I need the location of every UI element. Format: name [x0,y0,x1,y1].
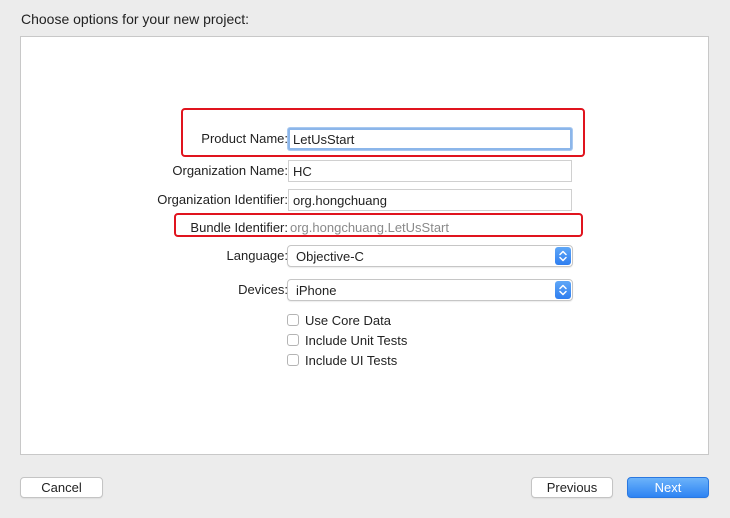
organization-identifier-row: Organization Identifier: org.hongchuang [21,189,708,211]
devices-popup[interactable]: iPhone [287,279,573,301]
language-selected: Objective-C [296,249,364,264]
include-ui-tests-label[interactable]: Include UI Tests [305,353,397,368]
organization-name-label: Organization Name: [172,163,288,178]
use-core-data-checkbox[interactable] [287,314,299,326]
use-core-data-label[interactable]: Use Core Data [305,313,391,328]
previous-button[interactable]: Previous [531,477,613,498]
language-label: Language: [226,248,288,263]
bundle-identifier-value: org.hongchuang.LetUsStart [290,220,449,235]
bundle-identifier-label: Bundle Identifier: [190,220,288,235]
dialog-title: Choose options for your new project: [21,11,250,27]
include-ui-tests-checkbox[interactable] [287,354,299,366]
options-panel: Product Name: LetUsStart Organization Na… [20,36,709,455]
product-name-label: Product Name: [201,131,288,146]
next-button[interactable]: Next [627,477,709,498]
language-popup[interactable]: Objective-C [287,245,573,267]
language-row: Language: Objective-C [21,245,708,267]
organization-name-row: Organization Name: HC [21,160,708,182]
product-name-row: Product Name: LetUsStart [21,128,708,150]
cancel-button[interactable]: Cancel [20,477,103,498]
bundle-identifier-row: Bundle Identifier: org.hongchuang.LetUsS… [21,217,708,239]
include-unit-tests-checkbox[interactable] [287,334,299,346]
devices-selected: iPhone [296,283,337,298]
organization-identifier-field[interactable]: org.hongchuang [288,189,572,211]
new-project-dialog: Choose options for your new project: Pro… [0,0,730,518]
devices-row: Devices: iPhone [21,279,708,301]
devices-label: Devices: [238,282,288,297]
updown-arrows-icon [555,281,571,299]
include-unit-tests-label[interactable]: Include Unit Tests [305,333,407,348]
updown-arrows-icon [555,247,571,265]
organization-identifier-label: Organization Identifier: [157,192,288,207]
organization-name-field[interactable]: HC [288,160,572,182]
product-name-field[interactable]: LetUsStart [288,128,572,150]
